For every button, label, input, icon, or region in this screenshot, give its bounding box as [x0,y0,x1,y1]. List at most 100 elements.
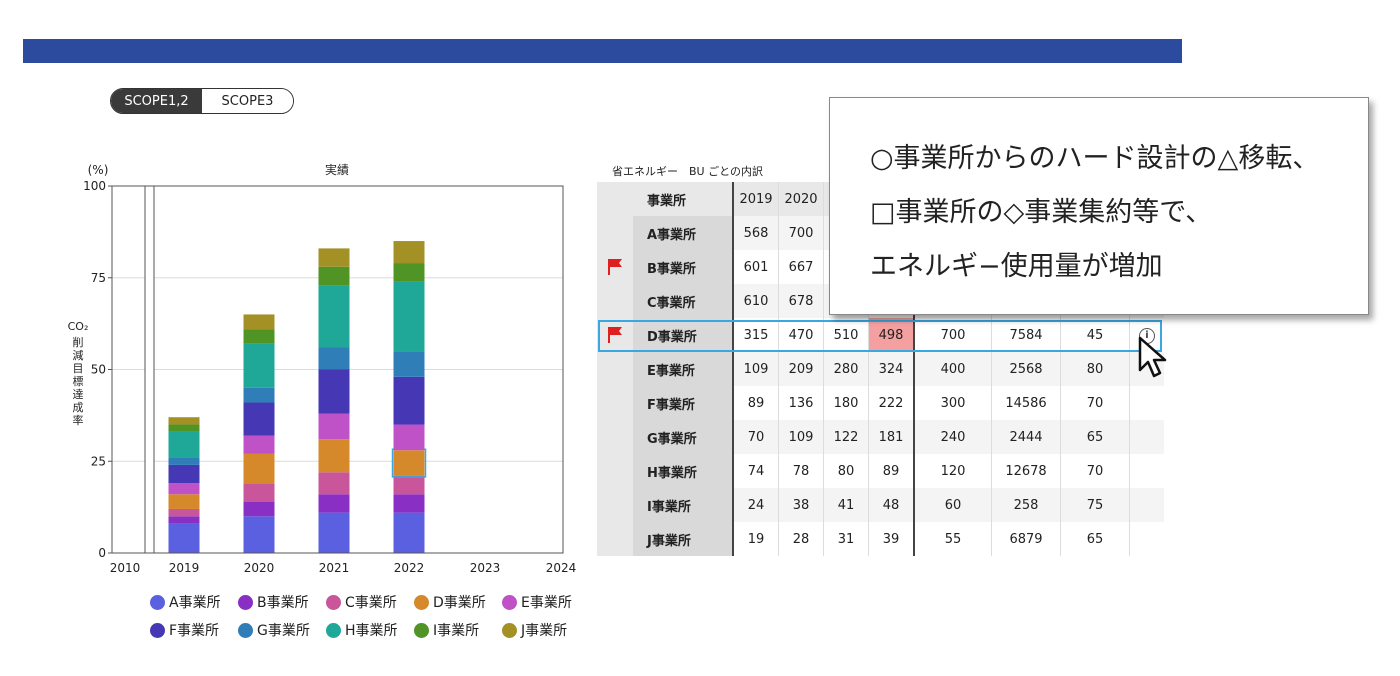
value-cell: 74 [733,454,779,488]
value-cell: 120 [914,454,992,488]
bar-segment[interactable] [168,464,200,484]
table-row[interactable]: G事業所 70 109 122 181 240 2444 65 [597,420,1164,454]
legend-label: J事業所 [521,623,568,639]
bar-segment[interactable] [168,431,200,458]
value-cell: 109 [778,420,824,454]
bar-segment[interactable] [243,314,275,330]
bar-segment[interactable] [318,347,350,370]
bar-segment[interactable] [393,241,425,264]
bar-segment[interactable] [393,351,425,377]
y-axis-label-unit: CO₂ [68,320,89,333]
bar-segment[interactable] [393,424,425,451]
bar-segment[interactable] [243,387,275,403]
table-row[interactable]: J事業所 19 28 31 39 55 6879 65 [597,522,1164,556]
bar-segment[interactable] [393,263,425,282]
legend-item[interactable]: G事業所 [238,620,326,640]
bar-segment[interactable] [393,281,425,352]
bar-segment[interactable] [318,472,350,495]
bar-segment[interactable] [318,266,350,286]
x-tick-label: 2020 [244,561,275,575]
value-cell: 39 [868,522,915,556]
table-row[interactable]: H事業所 74 78 80 89 120 12678 70 [597,454,1164,488]
y-axis-label-char: 成 [73,401,84,414]
value-cell [1129,420,1164,454]
value-cell: 80 [1060,352,1130,386]
value-cell: 19 [733,522,779,556]
bar-segment[interactable] [393,450,425,476]
x-tick-label: 2023 [470,561,501,575]
value-cell: 222 [868,386,915,420]
y-tick-label: 25 [91,454,106,468]
value-cell: 6879 [991,522,1061,556]
bar-segment[interactable] [168,508,200,517]
bar-segment[interactable] [243,483,275,502]
scope12-button[interactable]: SCOPE1,2 [111,89,202,113]
value-cell: 258 [991,488,1061,522]
bar-segment[interactable] [318,285,350,348]
flag-cell [597,250,633,284]
bar-segment[interactable] [168,483,200,495]
value-cell: 89 [733,386,779,420]
table-row[interactable]: D事業所 315 470 510 498 700 7584 45 i [597,318,1164,352]
bar-segment[interactable] [393,512,425,553]
legend-item[interactable]: E事業所 [502,592,590,612]
bar-segment[interactable] [243,329,275,344]
bar-segment[interactable] [393,494,425,513]
bar-segment[interactable] [168,494,200,509]
legend-item[interactable]: J事業所 [502,620,590,640]
value-cell: 498 [868,318,915,352]
legend-item[interactable]: I事業所 [414,620,502,640]
table-row[interactable]: E事業所 109 209 280 324 400 2568 80 [597,352,1164,386]
legend-item[interactable]: H事業所 [326,620,414,640]
flag-cell [597,216,633,250]
bar-segment[interactable] [243,402,275,436]
flag-cell [597,488,633,522]
bar-segment[interactable] [243,516,275,553]
callout-line-3: エネルギ−使用量が増加 [870,251,1163,282]
bar-segment[interactable] [318,248,350,267]
legend-item[interactable]: D事業所 [414,592,502,612]
value-cell: 300 [914,386,992,420]
table-row[interactable]: F事業所 89 136 180 222 300 14586 70 [597,386,1164,420]
y-tick-label: 75 [91,271,106,285]
bar-segment[interactable] [318,494,350,513]
value-cell: 601 [733,250,779,284]
bar-segment[interactable] [393,376,425,425]
row-name-cell: C事業所 [633,284,734,318]
legend-item[interactable]: F事業所 [150,620,238,640]
row-name-cell: J事業所 [633,522,734,556]
value-cell: 38 [778,488,824,522]
bar-segment[interactable] [318,413,350,440]
x-tick-label: 2021 [319,561,350,575]
bar-segment[interactable] [318,512,350,553]
bar-segment[interactable] [318,369,350,414]
bar-segment[interactable] [168,424,200,432]
row-name-cell: D事業所 [633,318,734,352]
callout-line-1: ○事業所からのハード設計の△移転、 [870,143,1320,174]
bar-segment[interactable] [318,439,350,473]
scope3-button[interactable]: SCOPE3 [202,89,293,113]
value-cell: 667 [778,250,824,284]
bar-segment[interactable] [168,523,200,553]
x-tick-label: 2010 [110,561,141,575]
legend-swatch [414,622,429,638]
flag-icon [608,327,622,343]
table-row[interactable]: I事業所 24 38 41 48 60 258 75 [597,488,1164,522]
bar-segment[interactable] [243,501,275,517]
bar-segment[interactable] [168,457,200,465]
bar-segment[interactable] [168,417,200,425]
bar-segment[interactable] [243,343,275,388]
value-cell: 610 [733,284,779,318]
bar-segment[interactable] [243,453,275,484]
bar-segment[interactable] [243,435,275,454]
chart-title: 実績 [325,162,349,177]
legend-item[interactable]: B事業所 [238,592,326,612]
bar-segment[interactable] [393,475,425,495]
legend-swatch [502,622,517,638]
header-cell: 2019 [733,182,779,216]
bar-segment[interactable] [168,516,200,524]
legend-item[interactable]: A事業所 [150,592,238,612]
legend-item[interactable]: C事業所 [326,592,414,612]
value-cell: 678 [778,284,824,318]
value-cell: 209 [778,352,824,386]
